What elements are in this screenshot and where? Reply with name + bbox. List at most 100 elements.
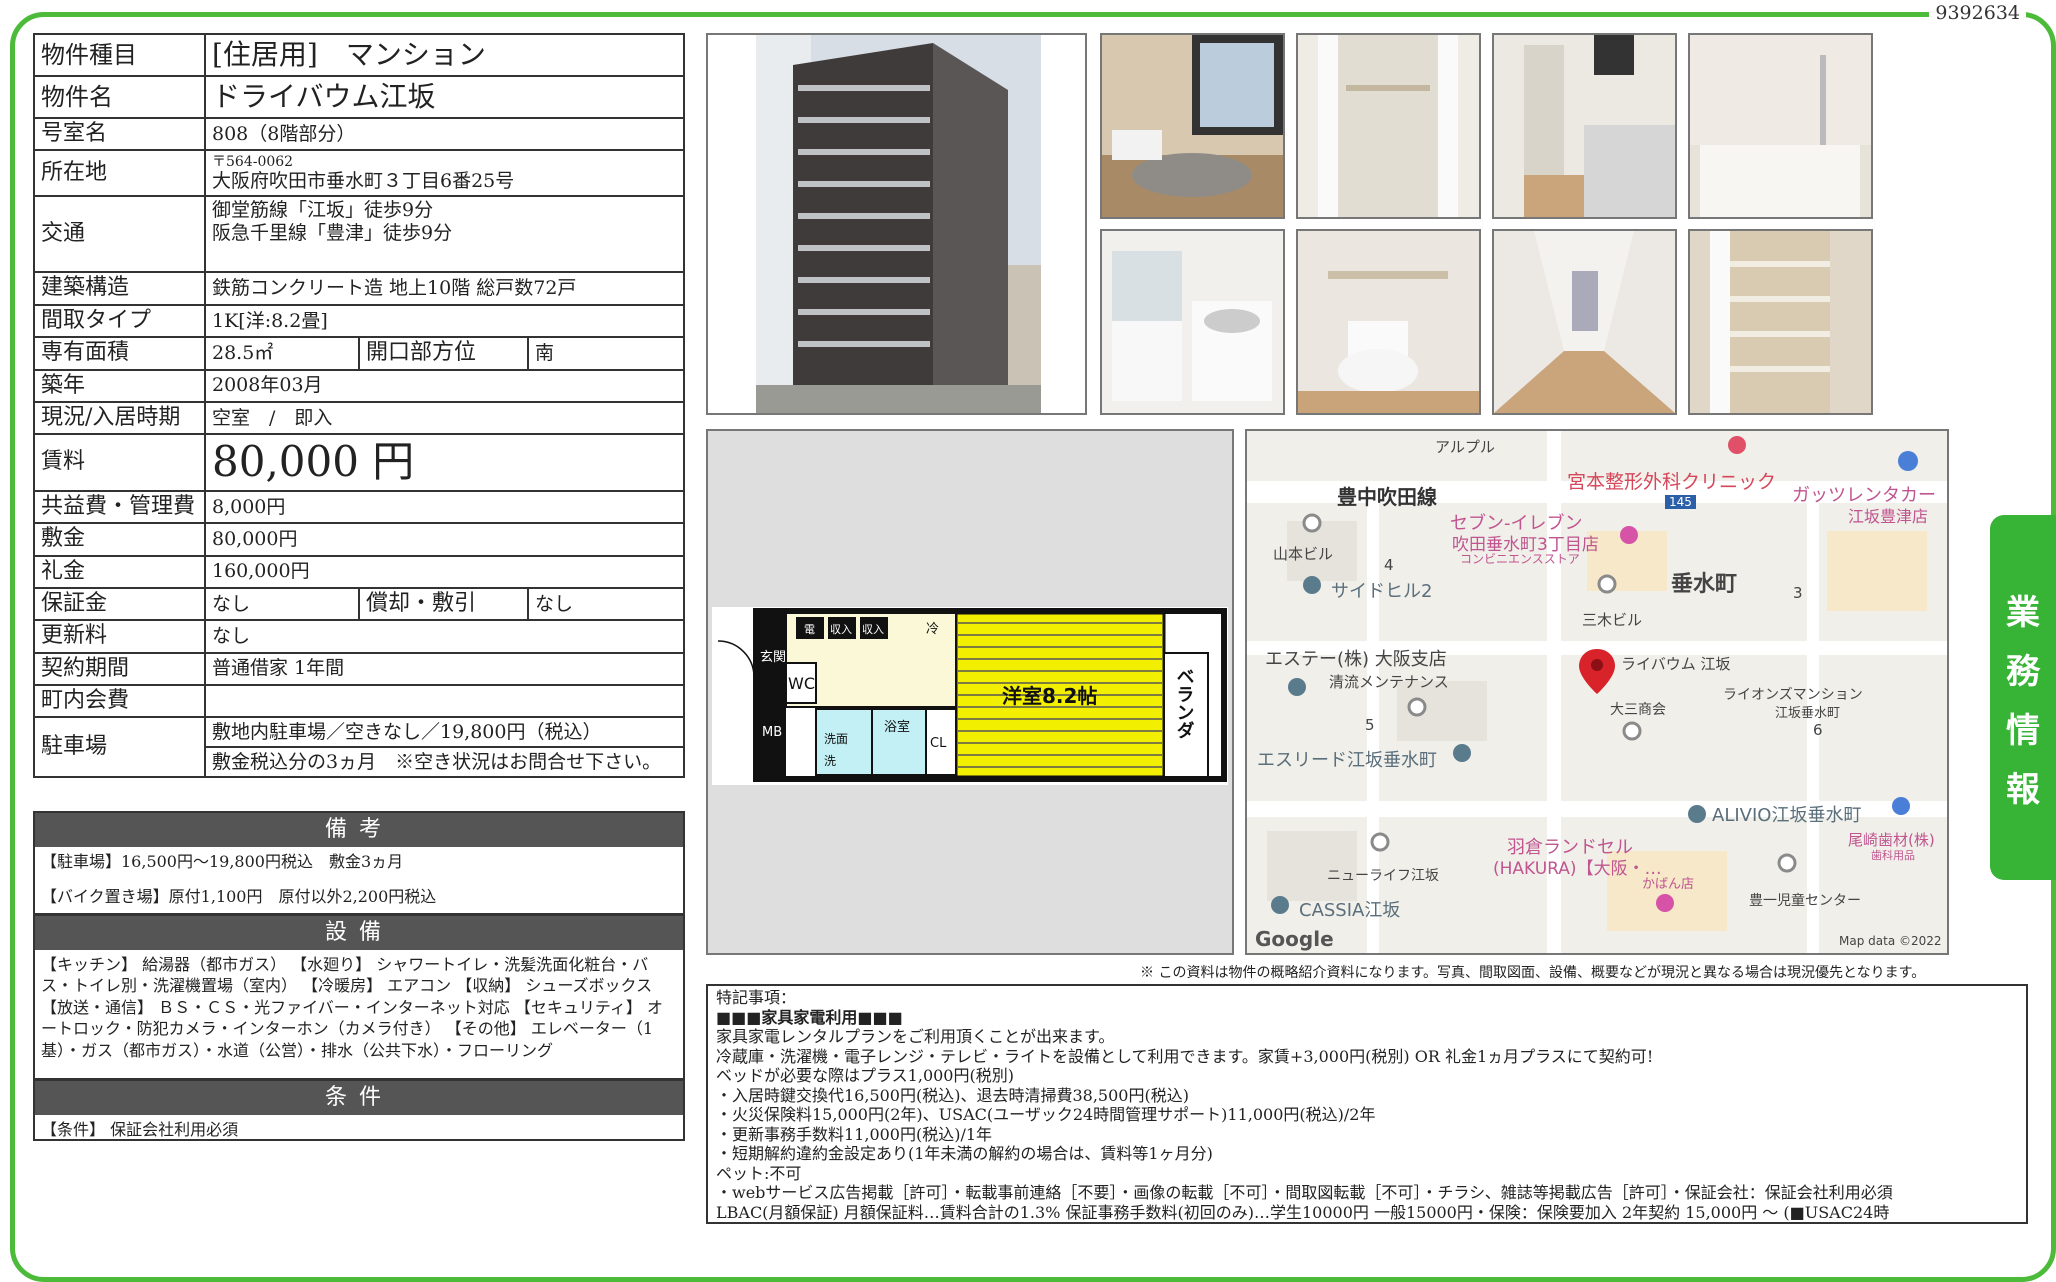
map-label: 145 — [1665, 495, 1696, 509]
map-label: 6 — [1813, 721, 1823, 739]
fp-storage-label: 収入 — [830, 623, 852, 636]
map-label: 4 — [1384, 556, 1394, 574]
side-tab-char: 業 — [2006, 592, 2040, 633]
remarks-title: 備考 — [35, 813, 683, 847]
renewal-label: 更新料 — [33, 619, 206, 654]
postal-code: 〒564-0062 — [212, 153, 294, 170]
fee-value: 8,000円 — [204, 489, 685, 525]
room-label: 号室名 — [33, 116, 206, 152]
layout-label: 間取タイプ — [33, 303, 206, 339]
map-label: 江坂垂水町 — [1775, 706, 1841, 721]
storage-photo[interactable] — [1688, 229, 1873, 415]
room-value: 808（8階部分） — [204, 116, 685, 152]
map-label: 歯科用品 — [1871, 849, 1915, 862]
remarks-section: 備考 【駐車場】16,500円～19,800円税込 敷金3ヵ月 【バイク置き場】… — [33, 811, 685, 915]
equipment-section: 設備 【キッチン】 給湯器（都市ガス） 【水廻り】 シャワートイレ・洗髪洗面化粧… — [33, 914, 685, 1080]
map-label: CASSIA江坂 — [1299, 900, 1401, 921]
rent-label: 賃料 — [33, 433, 206, 492]
fp-veranda-label: ベランダ — [1174, 667, 1195, 739]
conditions-section: 条件 【条件】 保証会社利用必須 — [33, 1079, 685, 1141]
transport-line: 阪急千里線「豊津」徒歩9分 — [212, 222, 453, 245]
building-exterior-photo[interactable] — [706, 33, 1087, 415]
type-value: [住居用] マンション — [204, 33, 685, 77]
built-value: 2008年03月 — [204, 368, 685, 403]
deposit-label: 敷金 — [33, 522, 206, 557]
conditions-title: 条件 — [35, 1081, 683, 1115]
guarantee-value: なし — [204, 586, 360, 622]
deposit-value: 80,000円 — [204, 522, 685, 557]
fp-room-label: 洋室8.2帖 — [1002, 684, 1097, 708]
toilet-photo[interactable] — [1296, 229, 1481, 415]
map-label: 豊中吹田線 — [1337, 485, 1437, 509]
amort-label: 償却・敷引 — [358, 586, 529, 622]
map-label: エスリード江坂垂水町 — [1257, 750, 1437, 771]
address-label: 所在地 — [33, 149, 206, 198]
area-label: 専有面積 — [33, 336, 206, 371]
parking-label: 駐車場 — [33, 716, 206, 779]
map-label: 3 — [1793, 584, 1803, 602]
room-photo[interactable] — [1100, 33, 1285, 219]
type-label: 物件種目 — [33, 33, 206, 77]
washroom-photo[interactable] — [1100, 229, 1285, 415]
fp-wash-label: 洗面 — [824, 732, 848, 746]
map-label: 垂水町 — [1671, 572, 1738, 597]
status-label: 現況/入居時期 — [33, 400, 206, 436]
map-label: 三木ビル — [1582, 611, 1643, 629]
google-logo: Google — [1255, 927, 1334, 951]
map-label: 江坂豊津店 — [1848, 507, 1929, 526]
conditions-text: 【条件】 保証会社利用必須 — [41, 1119, 239, 1139]
map-label: ALIVIO江坂垂水町 — [1712, 805, 1862, 826]
special-line: LBAC(月額保証) 月額保証料…賃料合計の1.3% 保証事務手数料(初回のみ)… — [716, 1202, 1890, 1222]
layout-value: 1K[洋:8.2畳] — [204, 303, 685, 339]
fee-label: 共益費・管理費 — [33, 489, 206, 525]
special-line: ・短期解約違約金設定あり(1年未満の解約の場合は、賃料等1ヶ月分) — [716, 1144, 1213, 1164]
address-value: 大阪府吹田市垂水町３丁目6番25号 — [212, 170, 515, 193]
disclaimer-notice: ※ この資料は物件の概略紹介資料になります。写真、間取図面、設備、概要などが現況… — [1140, 965, 1926, 981]
map-label: 清流メンテナンス — [1329, 673, 1449, 691]
fp-bath-label: 浴室 — [884, 719, 910, 735]
renewal-value: なし — [204, 619, 685, 654]
fp-genkan-label: 玄関 — [760, 650, 786, 665]
status-value: 空室 / 即入 — [204, 400, 685, 436]
contract-label: 契約期間 — [33, 651, 206, 687]
side-tab-char: 情 — [2006, 710, 2040, 751]
parking-note: 敷金税込分の3ヵ月 ※空き状況はお問合せ下さい。 — [204, 746, 685, 779]
fp-fridge-label: 冷 — [926, 622, 939, 637]
special-line: ■■■家具家電利用■■■ — [716, 1007, 903, 1027]
special-line: ペット:不可 — [716, 1163, 802, 1183]
map-label: エステー(株) 大阪支店 — [1265, 649, 1447, 670]
built-label: 築年 — [33, 368, 206, 403]
map-attribution: Map data ©2022 — [1839, 934, 1942, 948]
side-tab-char: 報 — [2006, 769, 2040, 810]
equipment-title: 設備 — [35, 916, 683, 950]
map-label: 豊一児童センター — [1749, 893, 1861, 909]
map-label: (HAKURA)【大阪・… — [1493, 859, 1662, 879]
business-info-tab[interactable]: 業 務 情 報 — [1990, 515, 2056, 880]
transport-line: 御堂筋線「江坂」徒歩9分 — [212, 199, 434, 222]
map-label: 山本ビル — [1273, 545, 1334, 563]
name-value: ドライバウム江坂 — [204, 75, 685, 119]
map-label: かばん店 — [1642, 877, 1695, 892]
map-label: ニューライフ江坂 — [1327, 868, 1439, 884]
community-value — [204, 684, 685, 719]
document-id: 9392634 — [1929, 2, 2026, 24]
property-info-table: 物件種目 [住居用] マンション 物件名 ドライバウム江坂 号室名 808（8階部分）… — [33, 33, 685, 779]
fp-denki-label: 電 — [804, 623, 815, 636]
hallway-photo[interactable] — [1492, 229, 1677, 415]
transport-label: 交通 — [33, 195, 206, 274]
keymoney-label: 礼金 — [33, 554, 206, 589]
fp-storage-label: 収入 — [862, 623, 884, 636]
floor-plan[interactable]: 電 収入 収入 冷 玄関 WC MB 洗面 洗 浴室 CL 洋室8.2帖 ベラン… — [706, 429, 1234, 955]
equipment-text: 【キッチン】 給湯器（都市ガス） 【水廻り】 シャワートイレ・洗髪洗面化粧台・バ… — [41, 954, 663, 1061]
map-label: アルプル — [1435, 438, 1495, 456]
kitchen-photo[interactable] — [1492, 33, 1677, 219]
map-label: 宮本整形外科クリニック — [1567, 471, 1777, 493]
closet-photo[interactable] — [1296, 33, 1481, 219]
bathroom-photo[interactable] — [1688, 33, 1873, 219]
fp-laundry-label: 洗 — [824, 754, 836, 768]
map-label: 大三商会 — [1610, 702, 1666, 718]
location-map[interactable]: アルプル 宮本整形外科クリニック 豊中吹田線 145 ガッツレンタカー 江坂豊津… — [1245, 429, 1949, 955]
special-line: ・webサービス広告掲載［許可］・転載事前連絡［不要］・画像の転載［不可］・間取… — [716, 1183, 1893, 1203]
special-notes: 特記事項： ■■■家具家電利用■■■ 家具家電レンタルプランをご利用頂くことが出… — [706, 984, 2028, 1224]
guarantee-label: 保証金 — [33, 586, 206, 622]
